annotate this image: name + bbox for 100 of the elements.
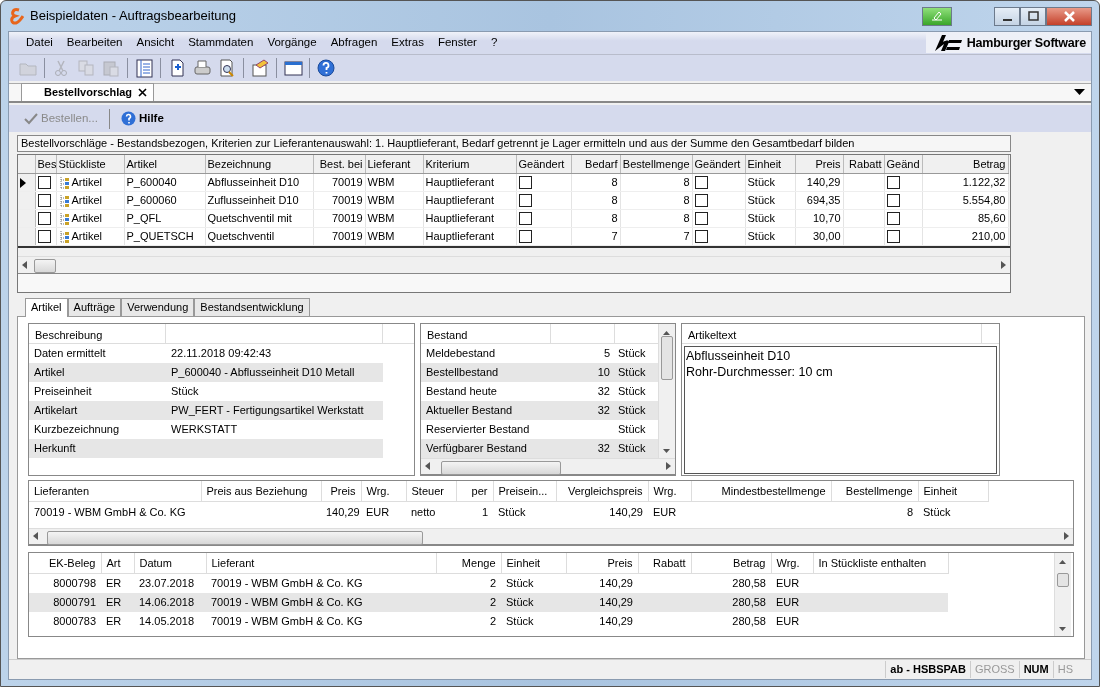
scroll-thumb[interactable] (1057, 572, 1069, 587)
column-header[interactable]: Geändert (516, 155, 571, 173)
column-header[interactable]: Stückliste (56, 155, 124, 173)
tab[interactable]: Verwendung (121, 297, 195, 316)
text-area[interactable]: Abflusseinheit D10 Rohr-Durchmesser: 10 cm (684, 345, 997, 474)
checkbox[interactable] (37, 230, 51, 244)
column-header[interactable]: Bestand (421, 323, 551, 343)
column-header[interactable]: per (456, 480, 493, 502)
column-header[interactable]: EK-Beleg (29, 552, 101, 574)
column-header[interactable]: In Stückliste enthalten (813, 552, 948, 574)
column-header[interactable]: Rabatt (843, 155, 884, 173)
grid-cell: Abflusseinheit D10 (205, 173, 313, 191)
status-indicator: GROSS (969, 661, 1019, 678)
menu-item[interactable]: Extras (384, 34, 431, 52)
checkbox[interactable] (37, 176, 51, 190)
field-label: Bestellbestand (421, 362, 551, 382)
checkbox[interactable] (518, 194, 532, 208)
column-header[interactable]: Vergleichspreis (556, 480, 648, 502)
column-header[interactable]: Datum (134, 552, 206, 574)
column-header[interactable]: Steuer (406, 480, 456, 502)
maximize-button[interactable] (1020, 6, 1046, 26)
scroll-thumb[interactable] (441, 460, 561, 475)
list-button[interactable] (133, 57, 155, 79)
checkbox[interactable] (886, 194, 900, 208)
scroll-thumb[interactable] (34, 258, 56, 273)
minimize-button[interactable] (994, 6, 1020, 26)
menu-item[interactable]: Fenster (430, 34, 484, 52)
column-header[interactable]: Art (101, 552, 134, 574)
column-header[interactable]: Einheit (501, 552, 566, 574)
checkbox[interactable] (694, 230, 708, 244)
column-header[interactable]: Geänd (884, 155, 922, 173)
checkbox[interactable] (518, 212, 532, 226)
grid-cell: 70019 (313, 227, 365, 245)
help-button[interactable]: Hilfe (117, 108, 167, 129)
menu-item[interactable]: Ansicht (129, 34, 182, 52)
field-label: Verfügbarer Bestand (421, 438, 551, 458)
column-header[interactable]: Geändert (692, 155, 745, 173)
checkbox[interactable] (886, 212, 900, 226)
column-header[interactable]: Preis (566, 552, 638, 574)
dropdown-caret-icon[interactable] (1074, 89, 1085, 96)
column-header[interactable]: Artikel (124, 155, 205, 173)
scroll-thumb[interactable] (661, 335, 673, 380)
column-header[interactable]: Kriterium (423, 155, 516, 173)
checkbox[interactable] (37, 212, 51, 226)
grid-cell: Stück (745, 191, 795, 209)
checkbox[interactable] (694, 212, 708, 226)
tab[interactable]: Bestandsentwicklung (194, 297, 310, 316)
column-header[interactable]: Rabatt (638, 552, 691, 574)
column-header[interactable]: Mindestbestellmenge (691, 480, 831, 502)
checkbox[interactable] (886, 230, 900, 244)
settings-button[interactable] (249, 57, 271, 79)
document-tab[interactable]: Bestellvorschlag (21, 83, 155, 101)
column-header[interactable]: Preis (321, 480, 361, 502)
scroll-thumb[interactable] (47, 530, 423, 545)
column-header[interactable]: Betrag (691, 552, 771, 574)
grid-cell: 1.122,32 (922, 173, 1008, 191)
column-header[interactable]: Bestellmenge (831, 480, 918, 502)
column-header[interactable]: Einheit (745, 155, 795, 173)
checkbox[interactable] (886, 176, 900, 190)
column-header[interactable]: Preis aus Beziehung (201, 480, 321, 502)
checkbox[interactable] (694, 194, 708, 208)
close-icon[interactable] (138, 88, 148, 97)
pen-button[interactable] (922, 6, 952, 26)
column-header[interactable]: Best. bei (313, 155, 365, 173)
tab[interactable]: Aufträge (67, 297, 122, 316)
column-header[interactable]: Bezeichnung (205, 155, 313, 173)
column-header[interactable]: Beschreibung (29, 323, 166, 343)
column-header[interactable]: Lieferanten (29, 480, 201, 502)
close-button[interactable] (1046, 6, 1092, 26)
menu-item[interactable]: Datei (19, 34, 60, 52)
column-header[interactable]: Wrg. (361, 480, 406, 502)
column-header[interactable]: Einheit (918, 480, 988, 502)
vertical-scrollbar[interactable] (1054, 552, 1071, 636)
grid-cell: 70019 (313, 173, 365, 191)
column-header[interactable]: Betrag (922, 155, 1008, 173)
tab[interactable]: Artikel (25, 297, 68, 317)
horizontal-scrollbar[interactable] (29, 527, 1073, 545)
column-header[interactable]: Wrg. (771, 552, 813, 574)
menu-item[interactable]: Vorgänge (260, 34, 324, 52)
column-header[interactable]: Bestellmenge (620, 155, 692, 173)
column-header[interactable]: Bedarf (571, 155, 620, 173)
column-header[interactable]: Preis (795, 155, 843, 173)
menu-item[interactable]: ? (483, 34, 505, 52)
grid-cell: WBM (365, 209, 423, 227)
column-header[interactable]: Wrg. (648, 480, 691, 502)
menu-item[interactable]: Stammdaten (181, 34, 261, 52)
menu-item[interactable]: Abfragen (323, 34, 385, 52)
checkbox[interactable] (518, 230, 532, 244)
checkbox[interactable] (694, 176, 708, 190)
column-header[interactable]: Menge (436, 552, 501, 574)
help-button[interactable] (315, 57, 337, 79)
checkbox[interactable] (518, 176, 532, 190)
settings-icon (250, 58, 270, 78)
column-header[interactable]: Artikeltext (682, 323, 982, 343)
column-header[interactable]: Lieferant (365, 155, 423, 173)
vertical-scrollbar[interactable] (658, 323, 675, 458)
menu-item[interactable]: Bearbeiten (59, 34, 130, 52)
checkbox[interactable] (37, 194, 51, 208)
column-header[interactable]: Preisein... (493, 480, 556, 502)
column-header[interactable]: Lieferant (206, 552, 436, 574)
